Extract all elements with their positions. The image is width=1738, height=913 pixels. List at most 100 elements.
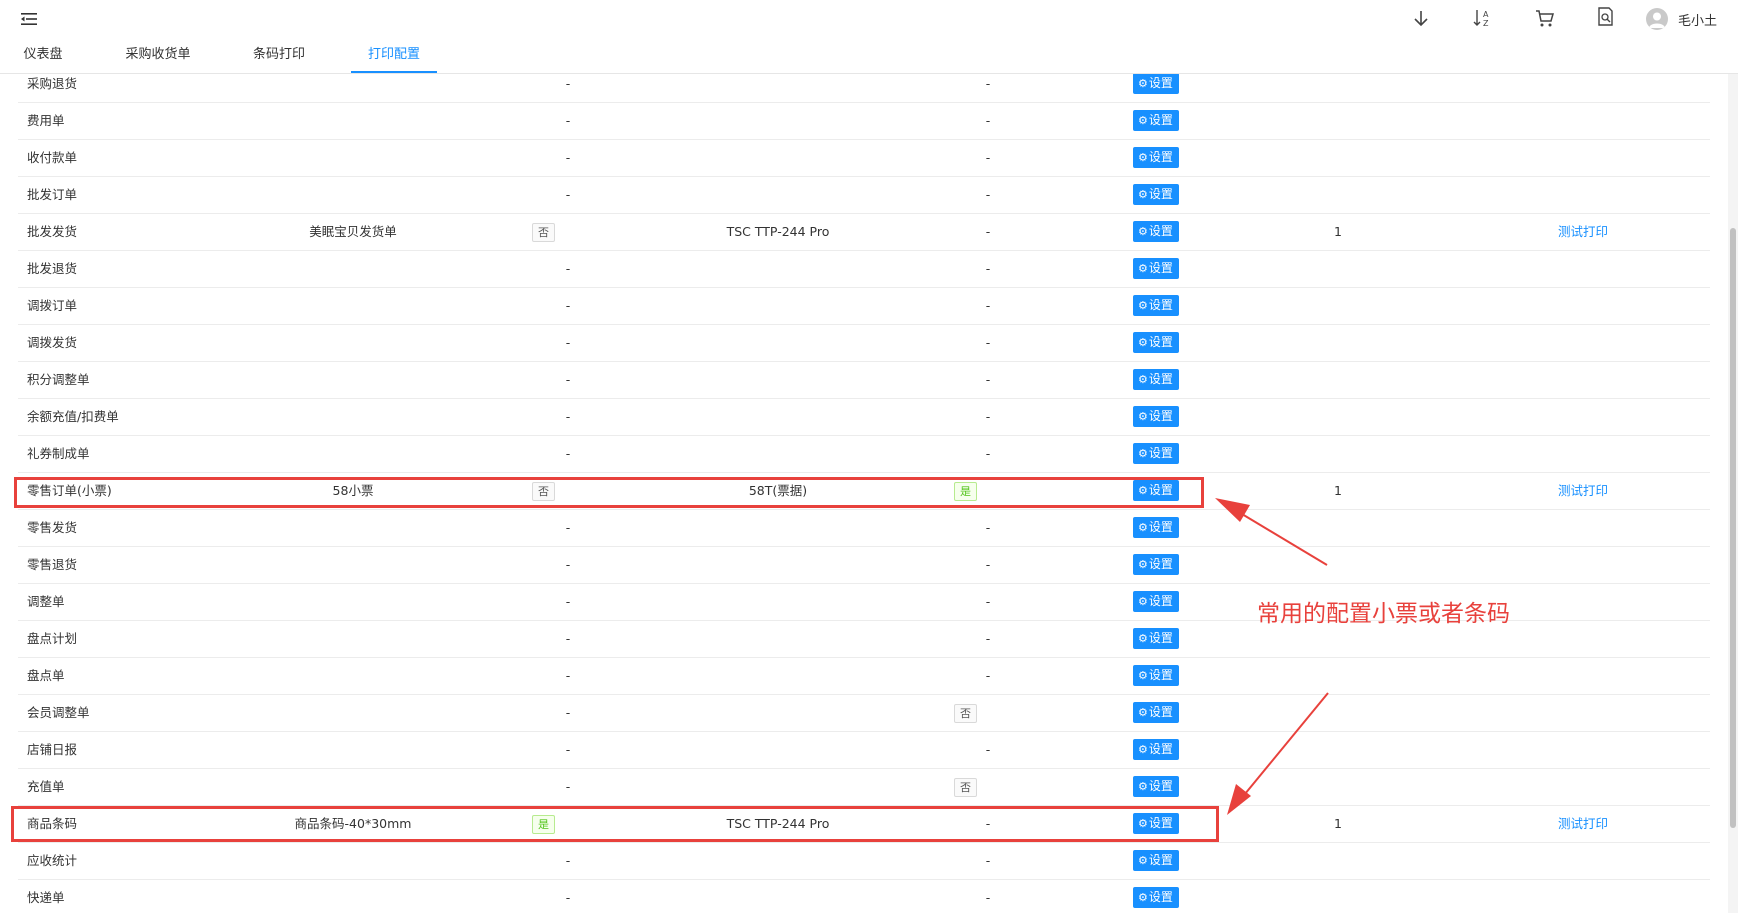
- row-template: [218, 398, 488, 435]
- preview-dash: -: [565, 779, 571, 794]
- row-name: 批发发货: [27, 224, 78, 239]
- settings-button[interactable]: ⚙设置: [1133, 295, 1179, 316]
- row-printer: [618, 583, 938, 620]
- default-tag: 否: [954, 778, 977, 797]
- row-template: [218, 509, 488, 546]
- settings-button[interactable]: ⚙设置: [1133, 776, 1179, 797]
- settings-button[interactable]: ⚙设置: [1133, 628, 1179, 649]
- row-printer: [618, 620, 938, 657]
- row-template: [218, 657, 488, 694]
- settings-button[interactable]: ⚙设置: [1133, 332, 1179, 353]
- row-printer: [618, 768, 938, 805]
- row-template: [218, 583, 488, 620]
- settings-button[interactable]: ⚙设置: [1133, 184, 1179, 205]
- row-template: [218, 102, 488, 139]
- default-dash: -: [985, 261, 991, 276]
- row-copies: [1308, 435, 1368, 472]
- default-dash: -: [985, 113, 991, 128]
- table-row: 费用单 - - ⚙设置: [18, 102, 1710, 140]
- preview-dash: -: [565, 409, 571, 424]
- preview-dash: -: [565, 335, 571, 350]
- row-name: 盘点计划: [27, 631, 78, 646]
- row-copies: [1308, 694, 1368, 731]
- row-copies: [1308, 250, 1368, 287]
- gear-icon: ⚙: [1138, 780, 1148, 793]
- settings-label: 设置: [1148, 594, 1173, 608]
- settings-button[interactable]: ⚙设置: [1133, 702, 1179, 723]
- row-name: 店铺日报: [27, 742, 78, 757]
- settings-button[interactable]: ⚙设置: [1133, 443, 1179, 464]
- default-dash: -: [985, 187, 991, 202]
- settings-button[interactable]: ⚙设置: [1133, 554, 1179, 575]
- tab-print-config[interactable]: 打印配置: [351, 38, 437, 73]
- settings-button[interactable]: ⚙设置: [1133, 887, 1179, 908]
- row-template: [218, 620, 488, 657]
- row-name: 批发退货: [27, 261, 78, 276]
- settings-button[interactable]: ⚙设置: [1133, 258, 1179, 279]
- tab-dashboard[interactable]: 仪表盘: [12, 38, 74, 71]
- user-name[interactable]: 毛小土: [1678, 10, 1717, 29]
- test-print-link[interactable]: 测试打印: [1558, 213, 1608, 250]
- default-dash: -: [985, 890, 991, 905]
- cart-icon[interactable]: [1534, 7, 1556, 29]
- default-dash: -: [985, 150, 991, 165]
- settings-button[interactable]: ⚙设置: [1133, 665, 1179, 686]
- settings-button[interactable]: ⚙设置: [1133, 591, 1179, 612]
- gear-icon: ⚙: [1138, 632, 1148, 645]
- gear-icon: ⚙: [1138, 188, 1148, 201]
- row-template: [218, 546, 488, 583]
- sort-az-icon[interactable]: A Z: [1472, 7, 1494, 29]
- row-printer: [618, 435, 938, 472]
- settings-label: 设置: [1148, 409, 1173, 423]
- user-avatar-icon[interactable]: [1646, 8, 1668, 30]
- settings-button[interactable]: ⚙设置: [1133, 74, 1179, 94]
- table-row: 店铺日报 - - ⚙设置: [18, 731, 1710, 769]
- preview-dash: -: [565, 76, 571, 91]
- preview-dash: -: [565, 372, 571, 387]
- tab-purchase-receipt[interactable]: 采购收货单: [113, 38, 203, 71]
- table-row: 礼券制成单 - - ⚙设置: [18, 435, 1710, 473]
- row-copies: [1308, 139, 1368, 176]
- table-row: 零售订单(小票) 58小票 否 58T(票据) 是 ⚙设置 1 测试打印: [18, 472, 1710, 510]
- row-copies: [1308, 74, 1368, 102]
- row-name: 收付款单: [27, 150, 78, 165]
- settings-button[interactable]: ⚙设置: [1133, 221, 1179, 242]
- preview-dash: -: [565, 594, 571, 609]
- row-printer: [618, 398, 938, 435]
- tab-barcode-print[interactable]: 条码打印: [242, 38, 316, 71]
- settings-button[interactable]: ⚙设置: [1133, 480, 1179, 501]
- row-template: [218, 287, 488, 324]
- settings-button[interactable]: ⚙设置: [1133, 147, 1179, 168]
- row-name: 零售退货: [27, 557, 78, 572]
- settings-button[interactable]: ⚙设置: [1133, 813, 1179, 834]
- row-printer: TSC TTP-244 Pro: [726, 816, 830, 831]
- settings-button[interactable]: ⚙设置: [1133, 739, 1179, 760]
- settings-button[interactable]: ⚙设置: [1133, 110, 1179, 131]
- preview-dash: -: [565, 853, 571, 868]
- row-printer: [618, 250, 938, 287]
- settings-button[interactable]: ⚙设置: [1133, 369, 1179, 390]
- document-search-icon[interactable]: [1595, 6, 1617, 28]
- table-row: 应收统计 - - ⚙设置: [18, 842, 1710, 880]
- gear-icon: ⚙: [1138, 225, 1148, 238]
- row-name: 调拨发货: [27, 335, 78, 350]
- row-name: 零售发货: [27, 520, 78, 535]
- settings-button[interactable]: ⚙设置: [1133, 406, 1179, 427]
- row-name: 零售订单(小票): [27, 483, 112, 498]
- settings-button[interactable]: ⚙设置: [1133, 850, 1179, 871]
- gear-icon: ⚙: [1138, 854, 1148, 867]
- preview-dash: -: [565, 187, 571, 202]
- table-row: 收付款单 - - ⚙设置: [18, 139, 1710, 177]
- test-print-link[interactable]: 测试打印: [1558, 805, 1608, 842]
- row-printer: [618, 879, 938, 913]
- settings-label: 设置: [1148, 261, 1173, 275]
- menu-fold-icon[interactable]: [19, 9, 39, 29]
- row-name: 应收统计: [27, 853, 78, 868]
- row-template: [218, 694, 488, 731]
- settings-button[interactable]: ⚙设置: [1133, 517, 1179, 538]
- download-icon[interactable]: [1410, 8, 1432, 30]
- test-print-link[interactable]: 测试打印: [1558, 472, 1608, 509]
- row-copies: [1308, 731, 1368, 768]
- preview-dash: -: [565, 298, 571, 313]
- scrollbar-thumb[interactable]: [1730, 228, 1736, 828]
